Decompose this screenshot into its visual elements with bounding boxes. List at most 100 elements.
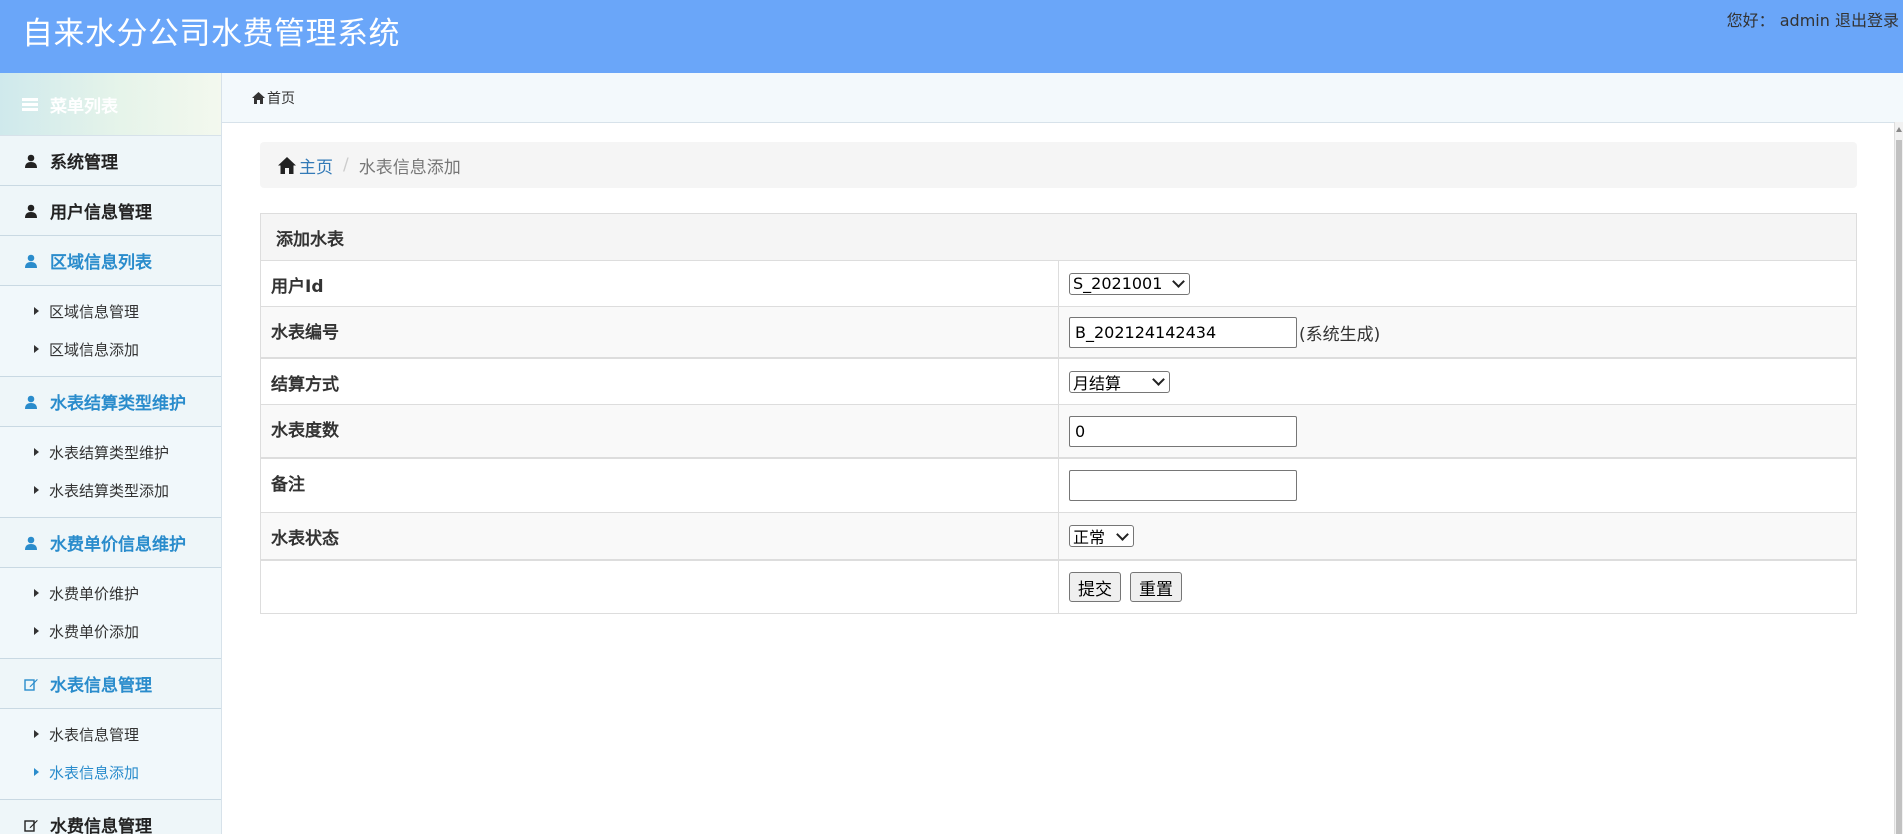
- menu-group-region[interactable]: 区域信息列表: [0, 236, 221, 286]
- settlement-cell: 月结算: [1059, 359, 1856, 404]
- menu-group-label: 水表结算类型维护: [50, 394, 186, 414]
- remark-input[interactable]: [1069, 470, 1297, 501]
- tab-home-label: 首页: [267, 90, 295, 107]
- form-row-remark: 备注: [261, 459, 1856, 513]
- logout-link[interactable]: 退出登录: [1835, 11, 1899, 30]
- menu-group-meter[interactable]: 水表信息管理: [0, 659, 221, 709]
- meter-form-panel: 添加水表 用户Id S_2021001 水表编号 (系统生成) 结算方式 月结算…: [260, 213, 1857, 614]
- sidebar-item-settlement-manage[interactable]: 水表结算类型维护: [0, 433, 221, 471]
- username-label: admin: [1779, 11, 1830, 30]
- meter-no-input[interactable]: [1069, 316, 1297, 348]
- sidebar-item-settlement-add[interactable]: 水表结算类型添加: [0, 471, 221, 509]
- sidebar-item-region-add[interactable]: 区域信息添加: [0, 330, 221, 368]
- user-icon: [25, 536, 37, 550]
- user-icon: [25, 204, 37, 218]
- menu-group-settlement-type[interactable]: 水表结算类型维护: [0, 377, 221, 427]
- breadcrumb-current: 水表信息添加: [358, 157, 461, 178]
- sidebar: 菜单列表 系统管理 用户信息管理 区域信息列表 区域信息管理 区域信息添加 水表…: [0, 73, 222, 834]
- scrollbar[interactable]: [1894, 122, 1903, 834]
- form-row-meter-no: 水表编号 (系统生成): [261, 307, 1856, 359]
- form-row-settlement: 结算方式 月结算: [261, 359, 1856, 405]
- form-row-user-id: 用户Id S_2021001: [261, 261, 1856, 307]
- user-id-select-value: S_2021001: [1073, 274, 1163, 293]
- caret-right-icon: [34, 345, 39, 353]
- app-header: 自来水分公司水费管理系统 您好： admin 退出登录: [0, 0, 1903, 73]
- edit-icon: [24, 678, 38, 691]
- chevron-down-icon: [1116, 527, 1129, 541]
- remark-cell: [1059, 459, 1856, 512]
- submenu-meter: 水表信息管理 水表信息添加: [0, 709, 221, 800]
- breadcrumb: 主页 / 水表信息添加: [260, 142, 1857, 188]
- user-area: 您好： admin 退出登录: [1727, 7, 1899, 31]
- menu-group-fee[interactable]: 水费信息管理: [0, 800, 221, 834]
- settlement-select-value: 月结算: [1073, 373, 1122, 393]
- submenu-price: 水费单价维护 水费单价添加: [0, 568, 221, 659]
- status-select[interactable]: 正常: [1069, 525, 1134, 547]
- user-icon: [25, 254, 37, 268]
- status-label: 水表状态: [261, 513, 1059, 559]
- sidebar-item-label: 水表信息添加: [49, 763, 140, 782]
- status-cell: 正常: [1059, 513, 1856, 559]
- user-id-label: 用户Id: [261, 261, 1059, 306]
- sidebar-item-label: 水表信息管理: [49, 725, 140, 744]
- menu-group-users[interactable]: 用户信息管理: [0, 186, 221, 236]
- menu-group-label: 用户信息管理: [50, 203, 152, 223]
- breadcrumb-home[interactable]: 主页: [278, 153, 333, 178]
- sidebar-title: 菜单列表: [50, 96, 118, 117]
- reset-button[interactable]: 重置: [1130, 572, 1182, 602]
- reading-input[interactable]: [1069, 415, 1297, 447]
- reading-cell: [1059, 405, 1856, 457]
- sidebar-item-price-manage[interactable]: 水费单价维护: [0, 574, 221, 612]
- sidebar-item-label: 区域信息管理: [49, 302, 140, 321]
- meter-no-cell: (系统生成): [1059, 307, 1856, 357]
- panel-title: 添加水表: [261, 214, 1856, 261]
- user-icon: [25, 154, 37, 168]
- caret-right-icon: [34, 307, 39, 315]
- home-icon: [278, 156, 296, 174]
- sidebar-item-meter-manage[interactable]: 水表信息管理: [0, 715, 221, 753]
- menu-group-system[interactable]: 系统管理: [0, 136, 221, 186]
- app-title: 自来水分公司水费管理系统: [22, 16, 400, 52]
- tab-home[interactable]: 首页: [252, 88, 295, 108]
- sidebar-item-label: 水表结算类型添加: [49, 481, 170, 500]
- sidebar-item-label: 区域信息添加: [49, 340, 140, 359]
- form-row-status: 水表状态 正常: [261, 513, 1856, 561]
- sidebar-item-region-manage[interactable]: 区域信息管理: [0, 292, 221, 330]
- menu-group-label: 水费信息管理: [50, 817, 152, 834]
- submenu-settlement-type: 水表结算类型维护 水表结算类型添加: [0, 427, 221, 518]
- actions-cell: 提交 重置: [1059, 561, 1856, 613]
- caret-right-icon: [34, 448, 39, 456]
- user-id-cell: S_2021001: [1059, 261, 1856, 306]
- sidebar-item-label: 水费单价添加: [49, 622, 140, 641]
- scroll-up-icon[interactable]: [1896, 127, 1902, 132]
- caret-right-icon: [34, 730, 39, 738]
- settlement-select[interactable]: 月结算: [1069, 370, 1170, 393]
- caret-right-icon: [34, 486, 39, 494]
- caret-right-icon: [34, 589, 39, 597]
- settlement-label: 结算方式: [261, 359, 1059, 404]
- sidebar-item-meter-add[interactable]: 水表信息添加: [0, 753, 221, 791]
- form-row-reading: 水表度数: [261, 405, 1856, 459]
- menu-group-label: 区域信息列表: [50, 253, 152, 273]
- submit-button[interactable]: 提交: [1069, 572, 1121, 602]
- sidebar-item-price-add[interactable]: 水费单价添加: [0, 612, 221, 650]
- status-select-value: 正常: [1073, 528, 1106, 547]
- reading-label: 水表度数: [261, 405, 1059, 457]
- remark-label: 备注: [261, 459, 1059, 512]
- greeting-label: 您好：: [1726, 11, 1775, 30]
- sidebar-item-label: 水费单价维护: [49, 584, 140, 603]
- chevron-down-icon: [1152, 373, 1165, 386]
- edit-icon: [24, 819, 38, 832]
- scroll-thumb[interactable]: [1896, 140, 1902, 834]
- actions-label-cell: [261, 561, 1059, 613]
- chevron-down-icon: [1172, 275, 1185, 288]
- menu-group-price[interactable]: 水费单价信息维护: [0, 518, 221, 568]
- user-id-select[interactable]: S_2021001: [1069, 272, 1190, 295]
- home-icon: [252, 91, 265, 104]
- form-row-actions: 提交 重置: [261, 561, 1856, 613]
- caret-right-icon: [34, 768, 39, 776]
- sidebar-item-label: 水表结算类型维护: [49, 443, 170, 462]
- menu-group-label: 水费单价信息维护: [50, 535, 186, 555]
- meter-no-label: 水表编号: [261, 307, 1059, 357]
- meter-no-hint: (系统生成): [1299, 324, 1381, 345]
